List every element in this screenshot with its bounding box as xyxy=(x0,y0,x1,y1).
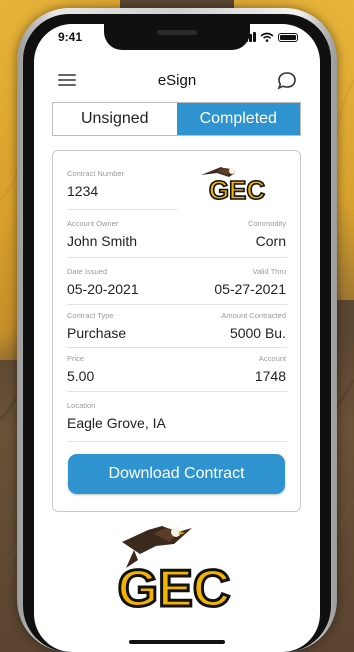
wifi-icon xyxy=(260,32,274,42)
field-amount-contracted: Amount Contracted 5000 Bu. xyxy=(221,311,286,341)
label-contract-number: Contract Number xyxy=(67,169,125,178)
tab-bar: Unsigned Completed xyxy=(52,102,301,136)
label-date-issued: Date Issued xyxy=(67,267,108,276)
label-price: Price xyxy=(67,354,85,363)
phone-notch xyxy=(104,24,250,50)
divider xyxy=(67,391,287,392)
value-contract-type: Purchase xyxy=(67,325,127,341)
label-account: Account xyxy=(258,354,286,363)
value-price: 5.00 xyxy=(67,368,95,384)
gec-logo-small: GEC xyxy=(201,167,266,205)
label-commodity: Commodity xyxy=(248,219,286,228)
divider xyxy=(67,209,177,210)
label-valid-thru: Valid Thru xyxy=(252,267,287,276)
divider xyxy=(67,304,287,305)
value-commodity: Corn xyxy=(255,233,286,249)
field-commodity: Commodity Corn xyxy=(248,219,286,249)
divider xyxy=(67,441,287,442)
status-icons xyxy=(241,32,298,42)
value-account-owner: John Smith xyxy=(67,233,138,249)
page-title: eSign xyxy=(157,71,197,89)
gec-logo-large: GEC xyxy=(116,526,232,616)
field-account: Account 1748 xyxy=(255,354,286,384)
battery-icon xyxy=(278,33,298,42)
field-price: Price 5.00 xyxy=(67,354,94,384)
value-account: 1748 xyxy=(254,368,286,384)
tab-unsigned[interactable]: Unsigned xyxy=(53,103,177,135)
value-valid-thru: 05-27-2021 xyxy=(214,281,286,297)
label-account-owner: Account Owner xyxy=(67,219,119,228)
chat-bubble-icon[interactable] xyxy=(276,70,298,92)
label-contract-type: Contract Type xyxy=(67,311,114,320)
field-contract-type: Contract Type Purchase xyxy=(67,311,126,341)
hamburger-menu-icon[interactable] xyxy=(58,74,76,86)
tab-completed[interactable]: Completed xyxy=(176,103,300,135)
field-account-owner: Account Owner John Smith xyxy=(67,219,137,249)
field-location: Location Eagle Grove, IA xyxy=(67,401,166,431)
logo-small-text: GEC xyxy=(209,175,266,205)
speaker-grille xyxy=(157,30,197,35)
status-time: 9:41 xyxy=(58,30,83,44)
value-contract-number: 1234 xyxy=(67,183,99,199)
value-location: Eagle Grove, IA xyxy=(67,415,166,431)
logo-large-text: GEC xyxy=(118,560,231,616)
field-date-issued: Date Issued 05-20-2021 xyxy=(67,267,139,297)
value-amount-contracted: 5000 Bu. xyxy=(229,325,286,341)
phone-screen: 9:41 eSign Unsigned Completed GEC Contra… xyxy=(34,24,320,652)
label-amount-contracted: Amount Contracted xyxy=(221,311,286,320)
divider xyxy=(67,257,287,258)
field-contract-number: Contract Number 1234 xyxy=(67,169,124,199)
signal-icon xyxy=(241,32,256,42)
field-valid-thru: Valid Thru 05-27-2021 xyxy=(214,267,286,297)
label-location: Location xyxy=(67,401,96,410)
contract-card: GEC Contract Number 1234 Account Owner J… xyxy=(52,150,301,512)
value-date-issued: 05-20-2021 xyxy=(67,281,139,297)
app-header: eSign xyxy=(34,62,320,98)
download-contract-button[interactable]: Download Contract xyxy=(68,454,285,494)
divider xyxy=(67,347,287,348)
home-indicator xyxy=(129,640,225,644)
